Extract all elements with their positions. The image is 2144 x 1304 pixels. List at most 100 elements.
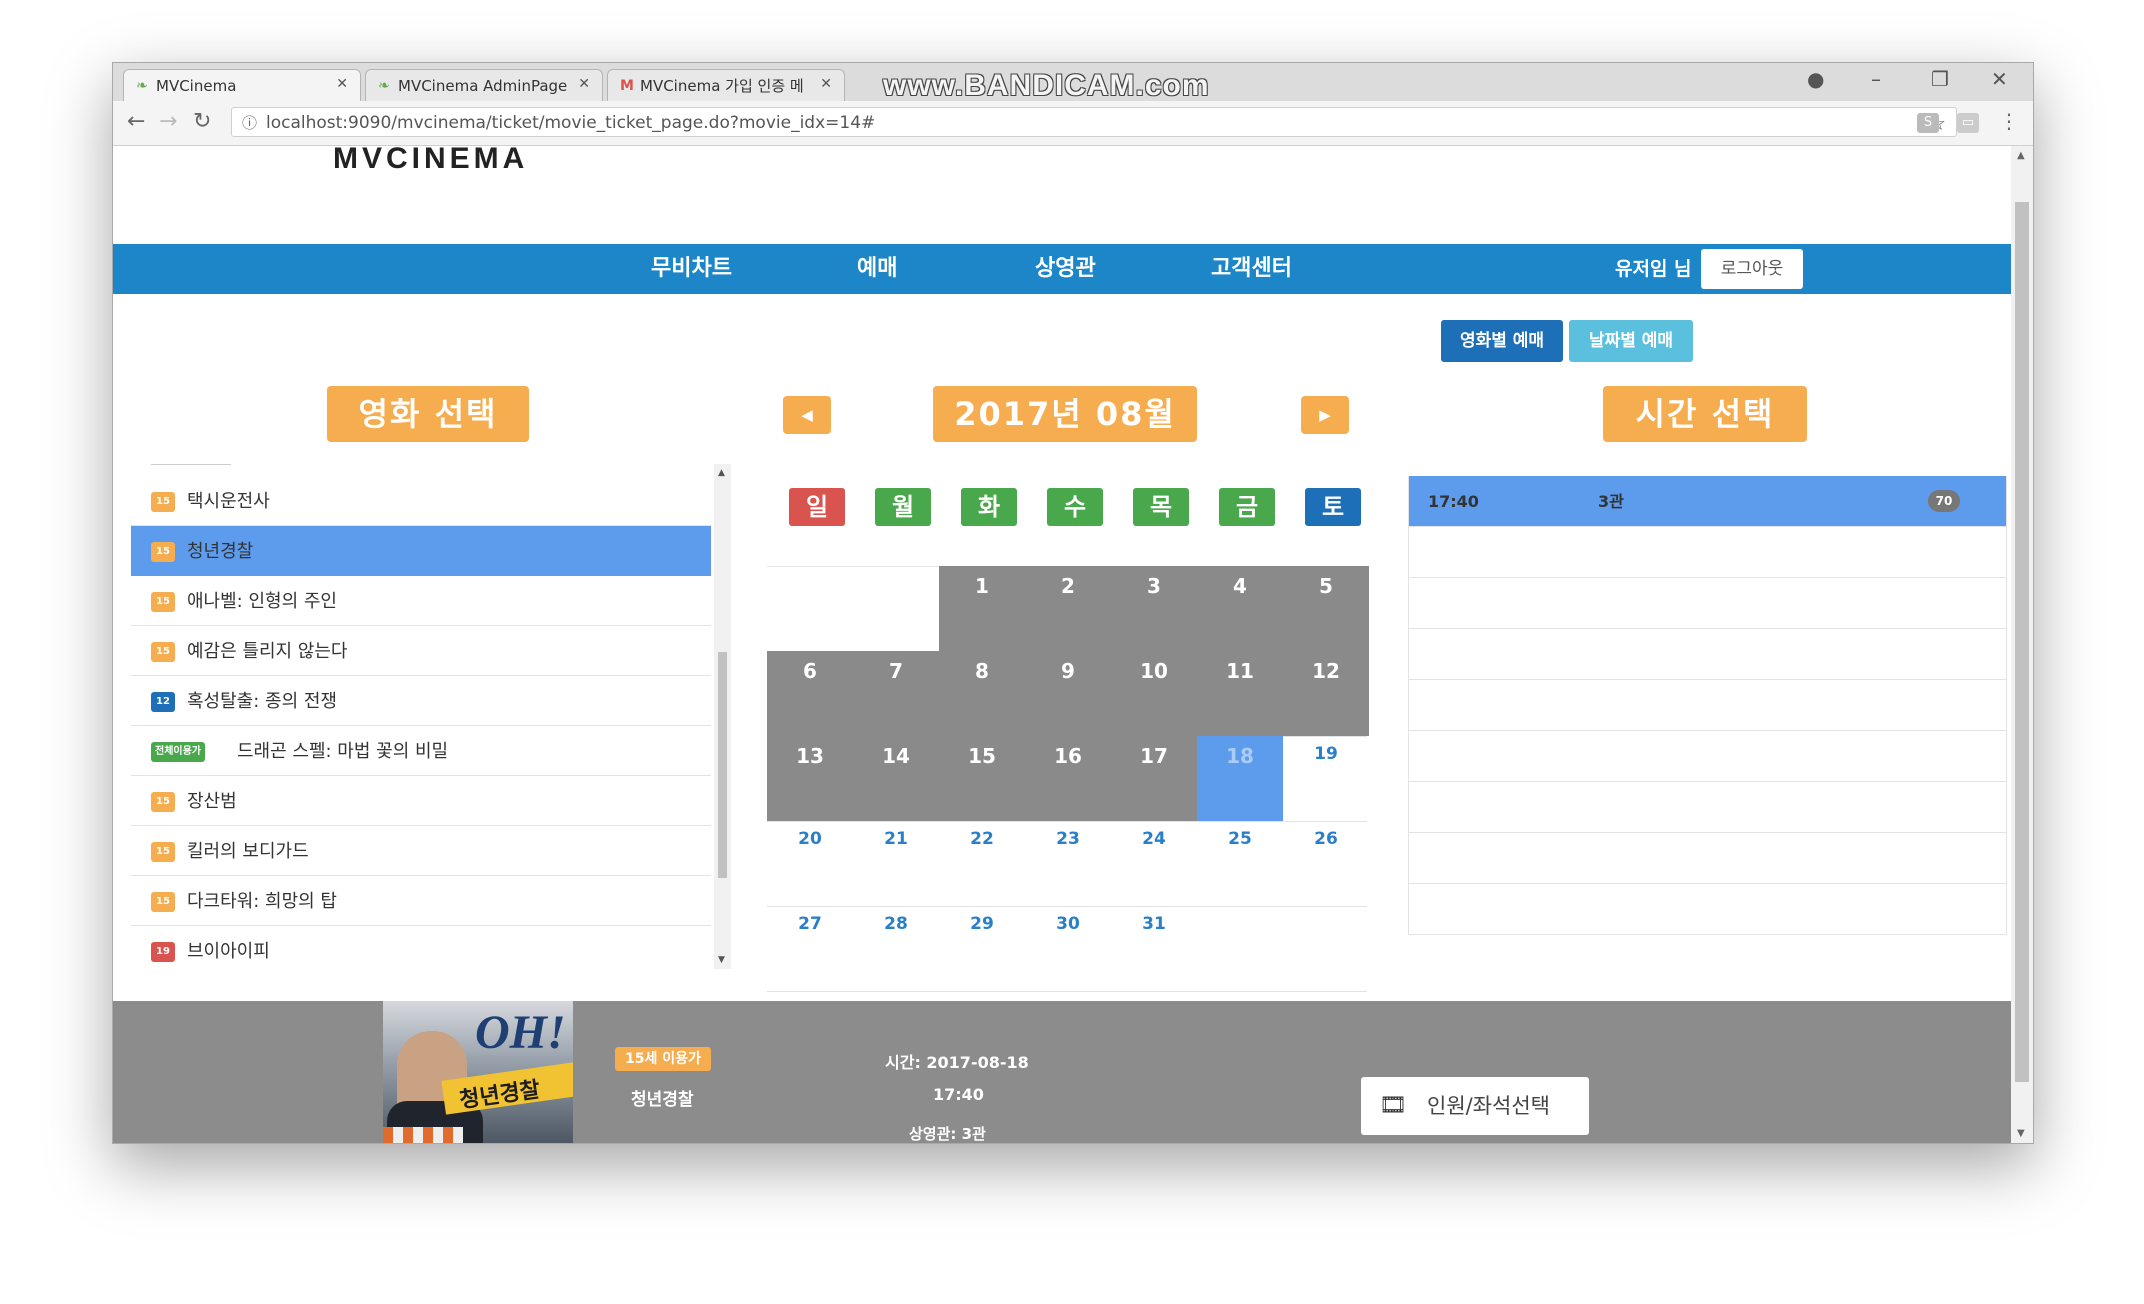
close-icon[interactable]: ✕ — [820, 76, 832, 92]
minimize-icon[interactable]: – — [1871, 67, 1881, 91]
calendar-day[interactable]: 22 — [939, 821, 1025, 906]
window-close-icon[interactable]: ✕ — [1991, 67, 2008, 91]
rating-badge: 15 — [151, 542, 175, 562]
calendar-day[interactable]: 28 — [853, 906, 939, 991]
browser-toolbar: ← → ↻ ⓘ localhost:9090/mvcinema/ticket/m… — [113, 101, 2033, 146]
scroll-thumb[interactable] — [718, 652, 727, 878]
prev-month-button[interactable]: ◀ — [783, 396, 831, 434]
leaf-icon: ❧ — [378, 78, 390, 94]
calendar-day-number: 31 — [1142, 914, 1166, 934]
calendar-day-number: 5 — [1319, 574, 1333, 598]
calendar-day: 13 — [767, 736, 853, 821]
calendar-day-number: 22 — [970, 829, 994, 849]
calendar-day: 1 — [939, 566, 1025, 651]
extension-icon[interactable]: S — [1917, 113, 1939, 133]
scroll-up-icon[interactable]: ▲ — [718, 468, 725, 478]
list-item[interactable]: 15 장산범 — [131, 776, 711, 826]
rating-badge: 15 — [151, 592, 175, 612]
calendar-day-number: 30 — [1056, 914, 1080, 934]
calendar-day[interactable]: 24 — [1111, 821, 1197, 906]
tab-gmail[interactable]: M MVCinema 가입 인증 메 ✕ — [607, 69, 845, 101]
weekday-label: 토 — [1305, 488, 1361, 526]
calendar-day[interactable]: 21 — [853, 821, 939, 906]
list-item[interactable]: 15 예감은 틀리지 않는다 — [131, 626, 711, 676]
calendar-day[interactable]: 19 — [1283, 736, 1369, 821]
rating-badge: 15 — [151, 492, 175, 512]
list-item[interactable]: 19 브이아이피 — [131, 926, 711, 969]
film-icon: 🎞 — [1379, 1093, 1407, 1118]
by-date-button[interactable]: 날짜별 예매 — [1569, 320, 1693, 362]
scroll-down-icon[interactable]: ▼ — [2017, 1128, 2025, 1139]
by-movie-button[interactable]: 영화별 예매 — [1441, 320, 1563, 362]
list-item[interactable]: 15 청년경찰 — [131, 526, 711, 576]
tab-mvcinema[interactable]: ❧ MVCinema ✕ — [123, 69, 361, 101]
movie-title: 킬러의 보디가드 — [187, 841, 309, 862]
calendar-day: 14 — [853, 736, 939, 821]
close-icon[interactable]: ✕ — [578, 76, 590, 92]
nav-movie-chart[interactable]: 무비차트 — [651, 244, 732, 294]
panel-border — [2006, 476, 2007, 935]
nav-theater[interactable]: 상영관 — [1035, 244, 1096, 294]
calendar-day-number: 26 — [1314, 829, 1338, 849]
calendar-day: 17 — [1111, 736, 1197, 821]
address-bar[interactable]: ⓘ localhost:9090/mvcinema/ticket/movie_t… — [231, 107, 1957, 137]
showtime: 17:40 — [1428, 492, 1479, 511]
seat-button-label: 인원/좌석선택 — [1427, 1094, 1550, 1118]
calendar-day[interactable]: 20 — [767, 821, 853, 906]
account-icon[interactable]: ● — [1807, 67, 1824, 91]
empty-time-row — [1408, 731, 2007, 782]
movie-title: 애나벨: 인형의 주인 — [187, 591, 337, 612]
calendar-day[interactable]: 27 — [767, 906, 853, 991]
calendar-day-selected[interactable]: 18 — [1197, 736, 1283, 821]
forward-icon[interactable]: → — [159, 109, 177, 134]
calendar-day-number: 3 — [1147, 574, 1161, 598]
calendar-day-number: 14 — [882, 744, 910, 768]
selected-movie-title: 청년경찰 — [631, 1090, 694, 1110]
nav-reservation[interactable]: 예매 — [857, 244, 897, 294]
calendar-day: 7 — [853, 651, 939, 736]
movie-list-scrollbar[interactable]: ▲ ▼ — [714, 464, 731, 969]
calendar-day: 9 — [1025, 651, 1111, 736]
recording-watermark: www.BANDICAM.com — [883, 69, 1210, 102]
list-item[interactable]: 12 혹성탈출: 종의 전쟁 — [131, 676, 711, 726]
list-item[interactable]: 15 다크타워: 희망의 탑 — [131, 876, 711, 926]
page-scrollbar[interactable]: ▲ ▼ — [2011, 146, 2033, 1143]
close-icon[interactable]: ✕ — [336, 76, 348, 92]
calendar-day[interactable]: 30 — [1025, 906, 1111, 991]
list-item[interactable]: 15 택시운전사 — [131, 476, 711, 526]
calendar-day[interactable]: 23 — [1025, 821, 1111, 906]
logout-button[interactable]: 로그아웃 — [1701, 249, 1803, 289]
time-slot[interactable]: 17:40 3관 70 — [1408, 476, 2007, 527]
calendar-day-number: 1 — [975, 574, 989, 598]
nav-customer-center[interactable]: 고객센터 — [1211, 244, 1292, 294]
list-item[interactable]: 15 킬러의 보디가드 — [131, 826, 711, 876]
tab-admin-page[interactable]: ❧ MVCinema AdminPage ✕ — [365, 69, 603, 101]
list-item[interactable]: 15 애나벨: 인형의 주인 — [131, 576, 711, 626]
calendar-day[interactable]: 25 — [1197, 821, 1283, 906]
next-month-button[interactable]: ▶ — [1301, 396, 1349, 434]
calendar-day[interactable]: 29 — [939, 906, 1025, 991]
menu-dots-icon[interactable]: ⋮ — [1999, 109, 2019, 133]
select-seat-button[interactable]: 🎞 인원/좌석선택 — [1361, 1077, 1589, 1135]
tab-label: MVCinema — [156, 76, 237, 95]
calendar-day: 4 — [1197, 566, 1283, 651]
seat-count-badge: 70 — [1928, 490, 1960, 512]
calendar-day: 8 — [939, 651, 1025, 736]
calendar-day[interactable]: 26 — [1283, 821, 1369, 906]
movie-title: 장산범 — [187, 791, 237, 812]
list-item[interactable]: 전체이용가 드래곤 스펠: 마법 꽃의 비밀 — [131, 726, 711, 776]
cast-icon[interactable]: ▭ — [1957, 113, 1979, 133]
info-icon[interactable]: ⓘ — [242, 108, 257, 138]
movie-title: 드래곤 스펠: 마법 꽃의 비밀 — [237, 741, 449, 762]
restore-icon[interactable]: ❐ — [1931, 67, 1949, 91]
empty-time-row — [1408, 578, 2007, 629]
scroll-down-icon[interactable]: ▼ — [718, 955, 725, 965]
scroll-thumb[interactable] — [2015, 202, 2029, 1082]
scroll-up-icon[interactable]: ▲ — [2017, 150, 2025, 161]
movie-title: 예감은 틀리지 않는다 — [187, 641, 348, 662]
site-logo[interactable]: MVCINEMA — [333, 146, 528, 176]
reload-icon[interactable]: ↻ — [193, 109, 211, 134]
back-icon[interactable]: ← — [127, 109, 145, 134]
calendar-day[interactable]: 31 — [1111, 906, 1197, 991]
movie-poster: OH! 청년경찰 — [383, 1001, 573, 1143]
